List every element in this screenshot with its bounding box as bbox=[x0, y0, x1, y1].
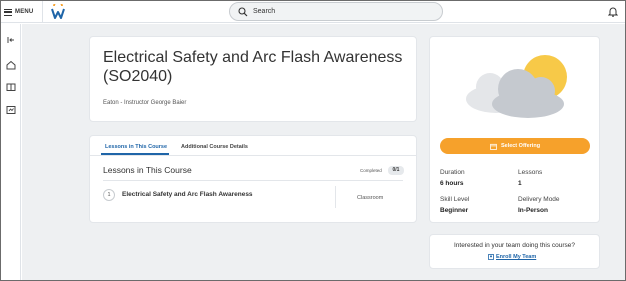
left-rail bbox=[1, 24, 21, 280]
lessons-heading: Lessons in This Course bbox=[103, 165, 192, 175]
team-icon bbox=[488, 254, 494, 260]
menu-label: MENU bbox=[15, 9, 34, 15]
collapse-icon[interactable] bbox=[5, 34, 17, 46]
lesson-divider bbox=[335, 186, 336, 208]
book-icon[interactable] bbox=[5, 81, 17, 93]
enroll-my-team-label: Enroll My Team bbox=[496, 254, 537, 260]
skill-level-label: Skill Level bbox=[440, 196, 470, 203]
lessons-count-value: 1 bbox=[518, 180, 522, 187]
lessons-card: Lessons in This Course Additional Course… bbox=[89, 135, 417, 223]
lesson-type: Classroom bbox=[357, 195, 384, 201]
course-instructor: Eaton - Instructor George Baier bbox=[103, 100, 187, 106]
menu-button[interactable]: MENU bbox=[4, 6, 33, 18]
list-divider bbox=[103, 180, 403, 181]
duration-label: Duration bbox=[440, 169, 465, 176]
select-offering-button[interactable]: Select Offering bbox=[440, 138, 590, 154]
select-offering-label: Select Offering bbox=[500, 143, 541, 149]
bell-icon[interactable] bbox=[608, 6, 618, 17]
lessons-count-label: Lessons bbox=[518, 169, 543, 176]
search-input[interactable]: Search bbox=[253, 8, 275, 15]
lesson-name[interactable]: Electrical Safety and Arc Flash Awarenes… bbox=[122, 191, 253, 198]
tab-lessons[interactable]: Lessons in This Course bbox=[105, 144, 167, 150]
topbar-divider bbox=[42, 1, 43, 23]
home-icon[interactable] bbox=[5, 59, 17, 71]
team-question: Interested in your team doing this cours… bbox=[453, 242, 576, 249]
completed-count-badge: 0/1 bbox=[388, 166, 404, 175]
learning-icon[interactable] bbox=[5, 104, 17, 116]
workday-logo[interactable] bbox=[51, 4, 65, 20]
lesson-number: 1 bbox=[103, 189, 115, 201]
search-icon bbox=[238, 6, 248, 16]
team-card: Interested in your team doing this cours… bbox=[429, 234, 600, 269]
page-title: Electrical Safety and Arc Flash Awarenes… bbox=[103, 49, 403, 85]
offering-card: Select Offering Duration 6 hours Lessons… bbox=[429, 36, 600, 223]
weather-cloud-illustration bbox=[466, 55, 567, 118]
enroll-my-team-link[interactable]: Enroll My Team bbox=[488, 254, 536, 260]
search-bar[interactable]: Search bbox=[229, 2, 443, 21]
duration-value: 6 hours bbox=[440, 180, 464, 187]
skill-level-value: Beginner bbox=[440, 207, 469, 214]
tab-additional-details[interactable]: Additional Course Details bbox=[181, 144, 248, 150]
calendar-icon bbox=[490, 143, 497, 150]
course-header-card: Electrical Safety and Arc Flash Awarenes… bbox=[89, 36, 417, 122]
hamburger-icon bbox=[4, 8, 12, 16]
tab-divider bbox=[90, 155, 416, 156]
delivery-mode-label: Delivery Mode bbox=[518, 196, 560, 203]
top-bar: MENU Search bbox=[1, 1, 625, 23]
completed-label: Completed bbox=[360, 168, 382, 173]
delivery-mode-value: In-Person bbox=[518, 207, 548, 214]
